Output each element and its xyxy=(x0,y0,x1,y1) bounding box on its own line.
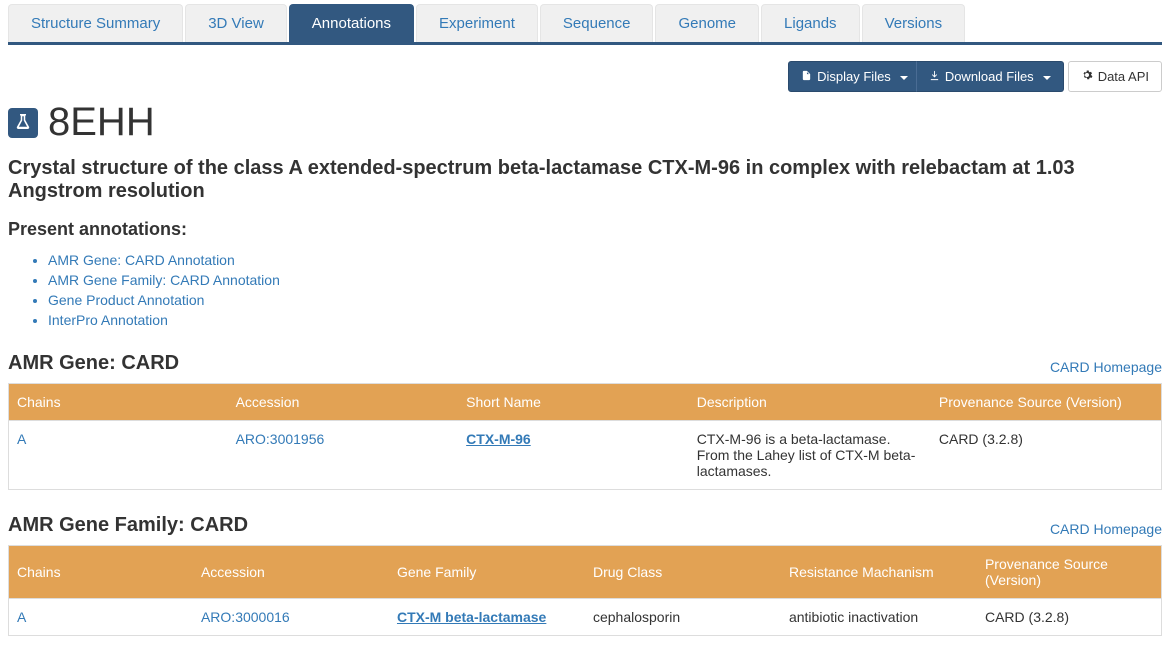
file-icon xyxy=(801,69,812,84)
anno-link-amr-gene-family[interactable]: AMR Gene Family: CARD Annotation xyxy=(48,272,1162,288)
resistance-cell: antibiotic inactivation xyxy=(781,599,977,636)
short-name-link[interactable]: CTX-M-96 xyxy=(466,431,531,447)
tab-versions[interactable]: Versions xyxy=(862,4,966,42)
tab-ligands[interactable]: Ligands xyxy=(761,4,860,42)
col-gene-family: Gene Family xyxy=(389,546,585,599)
source-cell: CARD (3.2.8) xyxy=(931,421,1162,490)
anno-link-gene-product[interactable]: Gene Product Annotation xyxy=(48,292,1162,308)
accession-link[interactable]: ARO:3000016 xyxy=(201,609,290,625)
download-files-label: Download Files xyxy=(945,69,1034,84)
entry-title: Crystal structure of the class A extende… xyxy=(8,157,1162,203)
toolbar: Display Files Download Files Data API xyxy=(8,61,1162,92)
chain-link[interactable]: A xyxy=(17,609,26,625)
entry-id: 8EHH xyxy=(48,100,155,145)
drug-class-cell: cephalosporin xyxy=(585,599,781,636)
tab-structure-summary[interactable]: Structure Summary xyxy=(8,4,183,42)
table-row: A ARO:3000016 CTX-M beta-lactamase cepha… xyxy=(9,599,1162,636)
amr-gene-table: Chains Accession Short Name Description … xyxy=(8,383,1162,490)
col-resistance: Resistance Machanism xyxy=(781,546,977,599)
chain-link[interactable]: A xyxy=(17,431,26,447)
col-chains: Chains xyxy=(9,384,228,421)
amr-gene-section: AMR Gene: CARD CARD Homepage Chains Acce… xyxy=(8,352,1162,490)
amr-gene-family-title: AMR Gene Family: CARD xyxy=(8,514,248,537)
amr-gene-family-section: AMR Gene Family: CARD CARD Homepage Chai… xyxy=(8,514,1162,636)
amr-gene-family-table: Chains Accession Gene Family Drug Class … xyxy=(8,545,1162,636)
col-description: Description xyxy=(689,384,931,421)
flask-icon xyxy=(8,108,38,138)
tab-bar: Structure Summary 3D View Annotations Ex… xyxy=(8,4,1162,45)
download-icon xyxy=(929,69,940,84)
gene-family-link[interactable]: CTX-M beta-lactamase xyxy=(397,609,546,625)
card-homepage-link[interactable]: CARD Homepage xyxy=(1050,521,1162,537)
description-cell: CTX-M-96 is a beta-lactamase. From the L… xyxy=(689,421,931,490)
data-api-button[interactable]: Data API xyxy=(1068,61,1162,92)
col-drug-class: Drug Class xyxy=(585,546,781,599)
tab-experiment[interactable]: Experiment xyxy=(416,4,538,42)
accession-link[interactable]: ARO:3001956 xyxy=(236,431,325,447)
tab-genome[interactable]: Genome xyxy=(655,4,759,42)
col-provenance: Provenance Source (Version) xyxy=(977,546,1162,599)
source-cell: CARD (3.2.8) xyxy=(977,599,1162,636)
tab-annotations[interactable]: Annotations xyxy=(289,4,414,42)
display-files-button[interactable]: Display Files xyxy=(788,61,921,92)
present-annotations-list: AMR Gene: CARD Annotation AMR Gene Famil… xyxy=(8,252,1162,328)
anno-link-amr-gene[interactable]: AMR Gene: CARD Annotation xyxy=(48,252,1162,268)
amr-gene-title: AMR Gene: CARD xyxy=(8,352,179,375)
caret-down-icon xyxy=(1039,69,1051,84)
col-chains: Chains xyxy=(9,546,193,599)
gear-icon xyxy=(1081,69,1093,84)
tab-sequence[interactable]: Sequence xyxy=(540,4,654,42)
anno-link-interpro[interactable]: InterPro Annotation xyxy=(48,312,1162,328)
table-row: A ARO:3001956 CTX-M-96 CTX-M-96 is a bet… xyxy=(9,421,1162,490)
data-api-label: Data API xyxy=(1098,69,1149,84)
caret-down-icon xyxy=(896,69,908,84)
display-files-label: Display Files xyxy=(817,69,891,84)
col-accession: Accession xyxy=(228,384,459,421)
tab-3d-view[interactable]: 3D View xyxy=(185,4,287,42)
col-accession: Accession xyxy=(193,546,389,599)
col-short-name: Short Name xyxy=(458,384,689,421)
card-homepage-link[interactable]: CARD Homepage xyxy=(1050,359,1162,375)
present-annotations-heading: Present annotations: xyxy=(8,219,1162,240)
col-provenance: Provenance Source (Version) xyxy=(931,384,1162,421)
download-files-button[interactable]: Download Files xyxy=(916,61,1064,92)
